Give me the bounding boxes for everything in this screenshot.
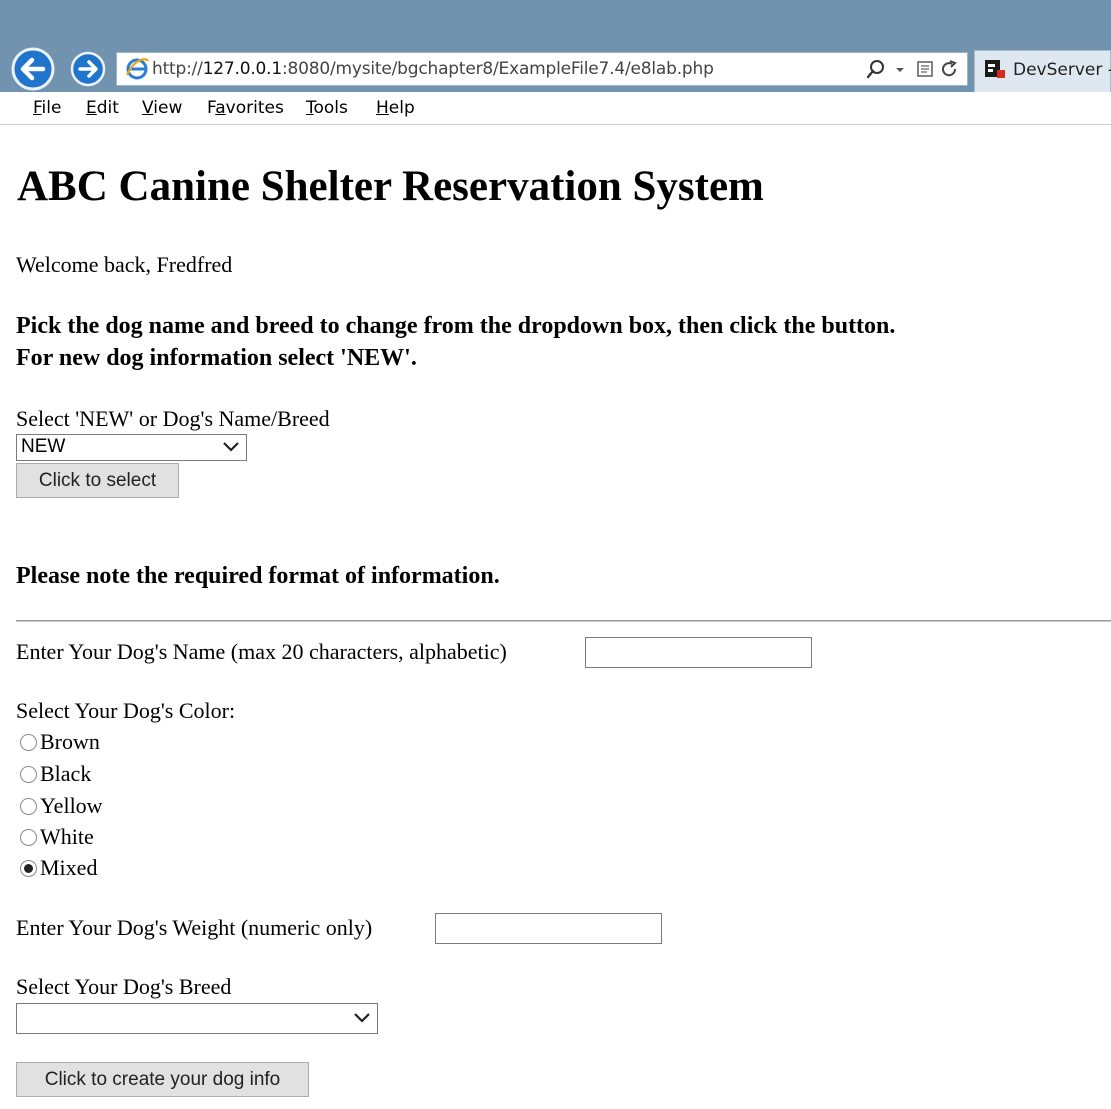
menu-favorites-accel: a bbox=[215, 98, 226, 118]
devserver-favicon-icon bbox=[984, 58, 1006, 80]
menu-file-accel: F bbox=[33, 98, 42, 118]
dog-breed-label: Select Your Dog's Breed bbox=[16, 974, 232, 999]
radio-brown[interactable] bbox=[20, 733, 37, 751]
menu-help-rest: elp bbox=[388, 98, 415, 118]
radio-yellow[interactable] bbox=[20, 797, 37, 815]
tab-title: DevServer - bbox=[1013, 60, 1111, 80]
radio-brown-label: Brown bbox=[40, 729, 100, 754]
menu-edit-accel: E bbox=[86, 98, 97, 118]
radio-white[interactable] bbox=[20, 828, 37, 846]
compatibility-view-icon[interactable] bbox=[915, 58, 935, 80]
instruction-line-1: Pick the dog name and breed to change fr… bbox=[16, 313, 896, 339]
menu-favorites-pre: F bbox=[207, 98, 216, 118]
create-dog-info-button[interactable]: Click to create your dog info bbox=[16, 1062, 309, 1097]
url-host: 127.0.0.1 bbox=[202, 59, 283, 79]
chevron-down-icon bbox=[354, 1013, 370, 1023]
dog-name-input[interactable] bbox=[585, 637, 812, 668]
back-button[interactable] bbox=[8, 47, 58, 91]
dog-weight-input[interactable] bbox=[435, 913, 662, 944]
menu-tools-rest: ools bbox=[313, 98, 348, 118]
click-to-select-button[interactable]: Click to select bbox=[16, 463, 179, 498]
menu-help-accel: H bbox=[376, 98, 389, 118]
instruction-line-2: For new dog information select 'NEW'. bbox=[16, 345, 417, 371]
menu-file-rest: ile bbox=[41, 98, 62, 118]
dog-breed-dropdown[interactable] bbox=[16, 1003, 378, 1034]
search-dropdown-icon[interactable] bbox=[893, 58, 907, 80]
color-option-white[interactable]: White bbox=[20, 823, 94, 851]
page-title: ABC Canine Shelter Reservation System bbox=[17, 163, 764, 210]
welcome-message: Welcome back, Fredfred bbox=[16, 252, 233, 277]
dog-select-label: Select 'NEW' or Dog's Name/Breed bbox=[16, 406, 330, 431]
menu-file[interactable]: File bbox=[33, 96, 61, 120]
dog-select-dropdown[interactable]: NEW bbox=[16, 434, 247, 461]
radio-black-label: Black bbox=[40, 761, 92, 786]
menu-favorites-rest: vorites bbox=[225, 98, 284, 118]
chevron-down-icon bbox=[223, 442, 239, 452]
dog-select-value: NEW bbox=[21, 436, 66, 457]
radio-black[interactable] bbox=[20, 765, 37, 783]
menu-favorites[interactable]: Favorites bbox=[207, 96, 284, 120]
menu-view[interactable]: View bbox=[142, 96, 182, 120]
radio-yellow-label: Yellow bbox=[40, 793, 103, 818]
dog-name-label: Enter Your Dog's Name (max 20 characters… bbox=[16, 639, 507, 664]
url-path: :8080/mysite/bgchapter8/ExampleFile7.4/e… bbox=[282, 59, 714, 79]
menu-tools[interactable]: Tools bbox=[306, 96, 348, 120]
radio-mixed-label: Mixed bbox=[40, 855, 98, 880]
menu-view-accel: V bbox=[142, 98, 154, 118]
address-url[interactable]: http://127.0.0.1:8080/mysite/bgchapter8/… bbox=[152, 55, 714, 83]
menu-tools-accel: T bbox=[306, 98, 314, 118]
radio-white-label: White bbox=[40, 824, 94, 849]
horizontal-divider bbox=[16, 620, 1111, 622]
menu-edit-rest: dit bbox=[96, 98, 119, 118]
browser-titlebar bbox=[0, 0, 1111, 44]
refresh-icon[interactable] bbox=[938, 58, 960, 80]
radio-mixed[interactable] bbox=[20, 859, 37, 877]
menu-edit[interactable]: Edit bbox=[86, 96, 119, 120]
back-arrow-icon bbox=[11, 47, 55, 91]
menu-help[interactable]: Help bbox=[376, 96, 415, 120]
search-icon[interactable] bbox=[866, 58, 886, 80]
radio-selected-dot bbox=[24, 863, 33, 873]
ie-page-icon bbox=[124, 55, 150, 81]
color-option-yellow[interactable]: Yellow bbox=[20, 792, 103, 820]
menu-view-rest: iew bbox=[153, 98, 183, 118]
color-option-black[interactable]: Black bbox=[20, 760, 91, 788]
url-prefix: http:// bbox=[152, 59, 203, 79]
dog-weight-label: Enter Your Dog's Weight (numeric only) bbox=[16, 915, 373, 940]
forward-button[interactable] bbox=[70, 51, 106, 87]
forward-arrow-icon bbox=[70, 51, 106, 87]
color-option-mixed[interactable]: Mixed bbox=[20, 854, 97, 882]
color-option-brown[interactable]: Brown bbox=[20, 728, 100, 756]
dog-color-label: Select Your Dog's Color: bbox=[16, 698, 236, 723]
format-note-heading: Please note the required format of infor… bbox=[16, 563, 500, 589]
